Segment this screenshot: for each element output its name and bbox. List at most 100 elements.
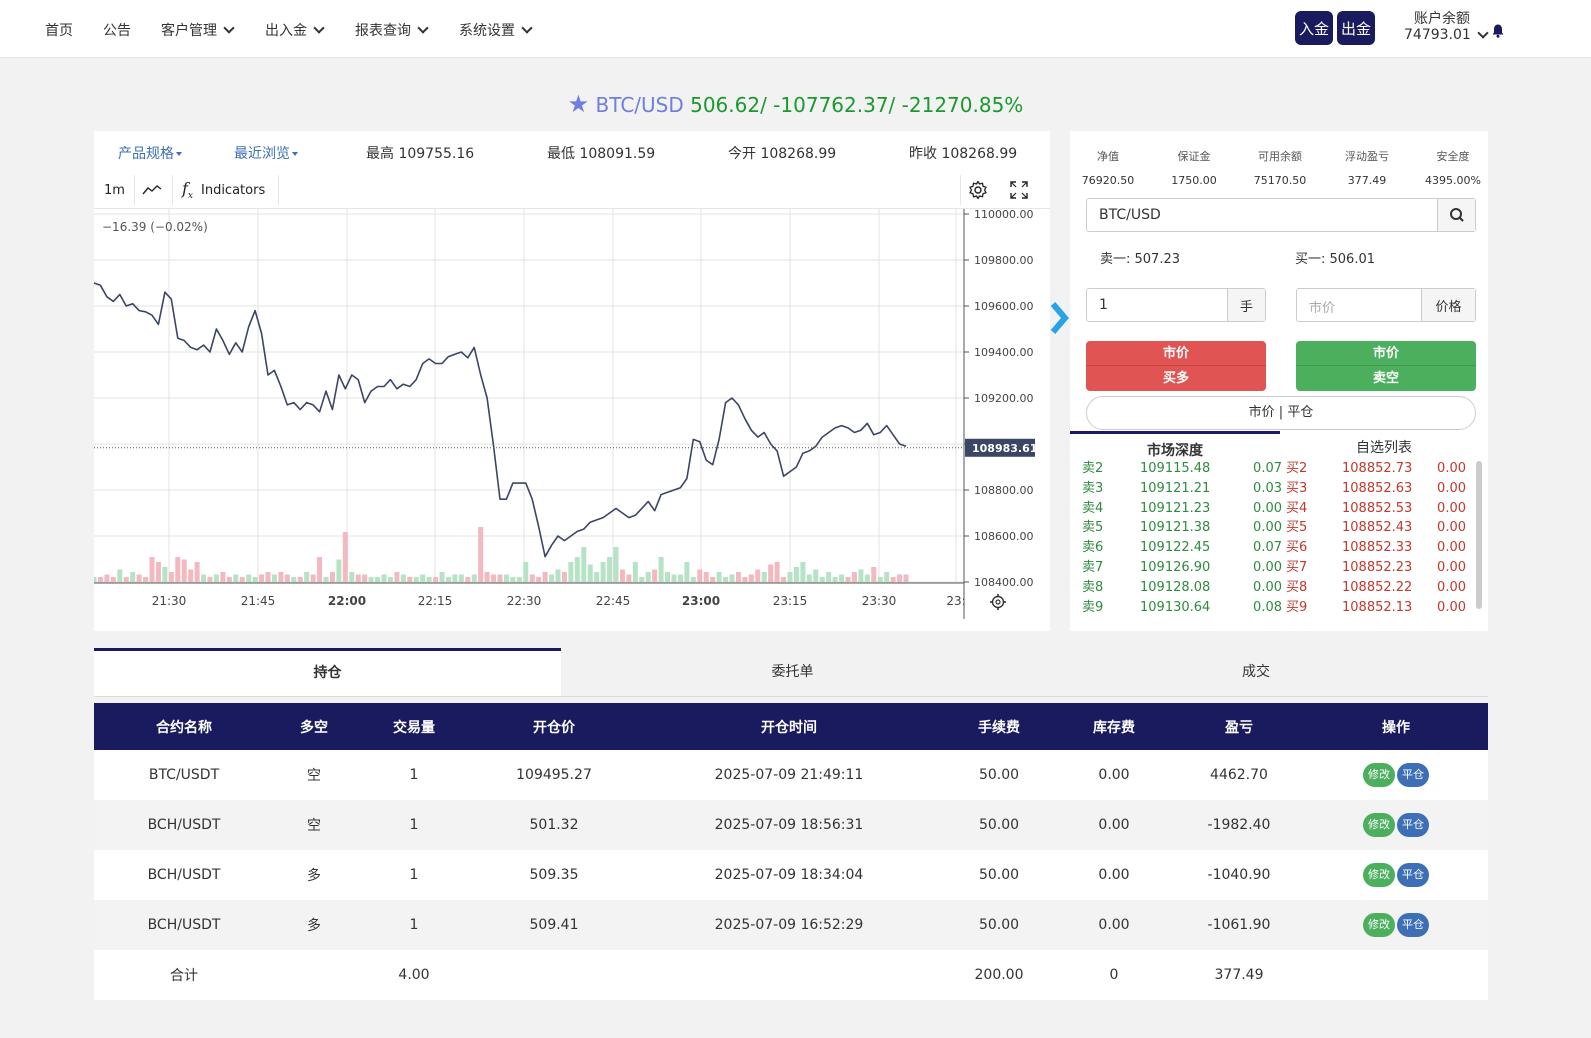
volume-bar <box>536 577 542 582</box>
nav-notice[interactable]: 公告 <box>103 20 131 40</box>
row-actions: 修改 平仓 <box>1304 850 1488 900</box>
volume-bar <box>188 569 194 582</box>
modify-button[interactable]: 修改 <box>1363 913 1395 937</box>
interval-button[interactable]: 1m <box>104 171 125 209</box>
row-actions: 修改 平仓 <box>1304 800 1488 850</box>
ask-level: 卖6 <box>1082 540 1104 556</box>
volume-bar <box>561 572 567 582</box>
nav-funds[interactable]: 出入金 <box>265 20 325 40</box>
bid-level: 买4 <box>1286 500 1308 516</box>
ask-volume: 0.07 <box>1253 540 1282 556</box>
balance-dropdown[interactable]: 74793.01 <box>1404 26 1489 43</box>
recent-browse-dropdown[interactable]: 最近浏览 <box>234 143 298 163</box>
volume-bar <box>226 577 232 582</box>
volume-bar <box>355 574 361 582</box>
nav-home[interactable]: 首页 <box>45 20 73 40</box>
withdraw-button[interactable]: 出金 <box>1337 11 1375 45</box>
chevron-down-icon <box>1477 26 1489 39</box>
close-position-button[interactable]: 平仓 <box>1397 763 1429 787</box>
chevron-right-icon[interactable] <box>1049 300 1069 336</box>
axis-settings-icon[interactable] <box>990 594 1006 610</box>
product-spec-dropdown[interactable]: 产品规格 <box>118 143 182 163</box>
volume-bar <box>787 572 793 582</box>
table-row: BCH/USDT 空 1 501.32 2025-07-09 18:56:31 50.00… <box>94 800 1488 850</box>
close-position-button[interactable]: 平仓 <box>1397 813 1429 837</box>
table-row: BCH/USDT 多 1 509.41 2025-07-09 16:52:29 50.00… <box>94 900 1488 950</box>
volume-bar <box>845 577 851 582</box>
toolbar-divider <box>960 175 961 205</box>
chart-settings-button[interactable] <box>968 171 988 209</box>
ask-volume: 0.07 <box>1253 461 1282 476</box>
bid-level: 买8 <box>1286 579 1308 595</box>
volume-bar <box>381 574 387 582</box>
bell-icon[interactable] <box>1492 24 1504 38</box>
price-line[interactable] <box>94 282 907 558</box>
volume-bar <box>774 562 780 582</box>
ask-price: 109121.23 <box>1140 500 1211 516</box>
volume-bar <box>104 574 110 582</box>
nav-settings[interactable]: 系统设置 <box>459 20 533 40</box>
chart-toolbar: 1m fx Indicators <box>94 171 1050 209</box>
volume-bar <box>149 557 155 582</box>
x-tick-label: 23:15 <box>773 594 808 608</box>
price-chart[interactable]: −16.39 (−0.02%) 110000.00 109800.00 109600… <box>94 209 1050 631</box>
tab-trades[interactable]: 成交 <box>1024 648 1488 696</box>
tab-orders[interactable]: 委托单 <box>561 648 1024 696</box>
volume-bar <box>136 574 142 582</box>
modify-button[interactable]: 修改 <box>1363 863 1395 887</box>
toolbar-divider <box>278 175 279 205</box>
prev-close-price: 昨收 108268.99 <box>909 146 1018 162</box>
y-tick-label: 108400.00 <box>974 576 1034 589</box>
volume-bar <box>233 574 239 582</box>
ticker-symbol: BTC/USD <box>595 93 684 117</box>
nav-reports[interactable]: 报表查询 <box>355 20 429 40</box>
chart-type-button[interactable] <box>142 171 162 209</box>
indicators-button[interactable]: fx Indicators <box>182 171 265 209</box>
bid-price: 108852.33 <box>1342 540 1413 556</box>
volume-bar <box>549 574 555 582</box>
x-tick-label: 22:45 <box>596 594 631 608</box>
close-position-button[interactable]: 平仓 <box>1397 913 1429 937</box>
volume-bar <box>284 574 290 582</box>
volume-bar <box>117 569 123 582</box>
ask-price: 109130.64 <box>1140 599 1211 615</box>
ticker-line: ★ BTC/USD 506.62/ -107762.37/ -21270.85% <box>0 90 1591 118</box>
volume-bar <box>742 577 748 582</box>
y-tick-label: 109200.00 <box>974 392 1034 405</box>
depth-scrollbar[interactable] <box>1476 461 1482 609</box>
volume-bar <box>884 572 890 582</box>
modify-button[interactable]: 修改 <box>1363 813 1395 837</box>
nav-customers[interactable]: 客户管理 <box>161 20 235 40</box>
tab-positions[interactable]: 持仓 <box>94 648 561 696</box>
volume-bar <box>207 577 213 582</box>
volume-bar <box>265 572 271 582</box>
volume-bar <box>529 574 535 582</box>
volume-bar <box>213 574 219 582</box>
volume-bar <box>465 577 471 582</box>
toolbar-divider <box>172 175 173 205</box>
bid-volume: 0.00 <box>1437 500 1466 516</box>
volume-bar <box>607 557 613 582</box>
modify-button[interactable]: 修改 <box>1363 763 1395 787</box>
chart-grid <box>94 209 964 583</box>
bid-price: 108852.63 <box>1342 480 1413 496</box>
table-row: BTC/USDT 空 1 109495.27 2025-07-09 21:49:11 50… <box>94 750 1488 800</box>
y-tick-label: 109600.00 <box>974 300 1034 313</box>
volume-bar <box>420 574 426 582</box>
volume-bar <box>890 577 896 582</box>
volume-bar <box>897 574 903 582</box>
star-icon[interactable]: ★ <box>568 90 590 118</box>
ask-level: 卖9 <box>1082 599 1104 615</box>
row-actions: 修改 平仓 <box>1304 900 1488 950</box>
close-position-button[interactable]: 平仓 <box>1397 863 1429 887</box>
volume-bar <box>317 557 323 582</box>
fullscreen-button[interactable] <box>1010 171 1028 209</box>
volume-bar <box>819 577 825 582</box>
col-actions: 操作 <box>1304 703 1488 750</box>
volume-bar <box>587 564 593 582</box>
gear-icon <box>969 180 987 200</box>
deposit-button[interactable]: 入金 <box>1295 11 1333 45</box>
volume-bar <box>871 567 877 582</box>
ask-volume: 0.08 <box>1253 599 1282 615</box>
volume-bar <box>877 577 883 582</box>
